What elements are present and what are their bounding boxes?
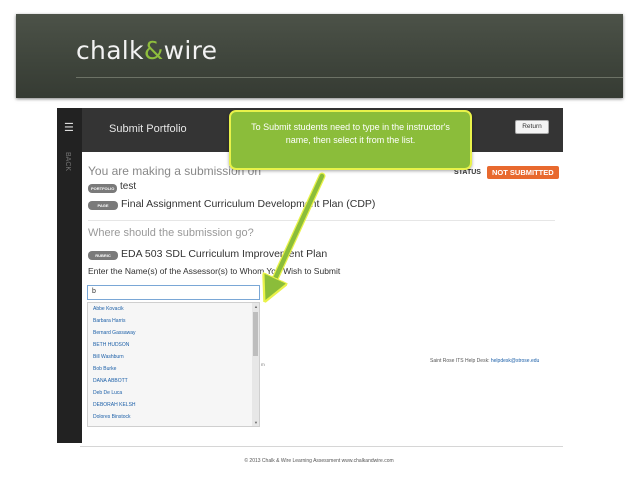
suggestion-item[interactable]: BETH HUDSON xyxy=(88,339,259,351)
scroll-down-icon[interactable]: ▼ xyxy=(254,420,258,425)
footer-copyright: © 2013 Chalk & Wire Learning Assessment … xyxy=(244,458,394,464)
status-badge: NOT SUBMITTED xyxy=(487,166,559,179)
page-value: Final Assignment Curriculum Development … xyxy=(121,198,376,210)
section-divider xyxy=(88,220,555,221)
hamburger-icon[interactable]: ☰ xyxy=(64,123,75,134)
sidebar-back-label[interactable]: BACK xyxy=(64,152,71,171)
chalk-wire-banner: chalk&wire xyxy=(16,14,623,98)
scroll-up-icon[interactable]: ▲ xyxy=(254,304,258,309)
assessor-label: Enter the Name(s) of the Assessor(s) to … xyxy=(88,266,341,276)
suggestion-item[interactable]: DANA ABBOTT xyxy=(88,375,259,387)
suggestion-item[interactable]: Barbara Harris xyxy=(88,315,259,327)
suggestion-item[interactable]: Abbe Kovacik xyxy=(88,303,259,315)
assessor-suggestions-list[interactable]: Abbe Kovacik Barbara Harris Bernard Gass… xyxy=(87,302,260,427)
page-title: Submit Portfolio xyxy=(109,123,187,135)
where-heading: Where should the submission go? xyxy=(88,227,254,239)
chalk-wire-logo: chalk&wire xyxy=(76,36,218,65)
help-desk-info: Saint Rose ITS Help Desk: helpdesk@stros… xyxy=(430,358,539,364)
suggestion-item[interactable]: Bill Washburn xyxy=(88,351,259,363)
suggestion-item[interactable]: Bob Burke xyxy=(88,363,259,375)
suggestion-item[interactable]: Dolores Binstock xyxy=(88,411,259,423)
hidden-text-fragment: m xyxy=(261,362,265,367)
suggestion-item[interactable]: Deb De Luca xyxy=(88,387,259,399)
rubric-tag: RUBRIC xyxy=(88,251,118,260)
status-label: STATUS xyxy=(454,169,481,176)
portfolio-tag: PORTFOLIO xyxy=(88,184,118,193)
help-desk-email-link[interactable]: helpdesk@strose.edu xyxy=(491,358,539,364)
assessor-search-input[interactable]: b xyxy=(87,285,260,300)
footer-divider xyxy=(80,446,563,447)
suggestion-item[interactable]: DEBORAH KELSH xyxy=(88,399,259,411)
left-sidebar: ☰ BACK xyxy=(57,108,82,443)
banner-divider xyxy=(76,77,623,78)
scrollbar-thumb[interactable] xyxy=(253,312,258,356)
page-tag: PAGE xyxy=(88,201,118,210)
rubric-value: EDA 503 SDL Curriculum Improvement Plan xyxy=(121,248,328,260)
portfolio-value: test xyxy=(120,181,137,192)
submission-form: You are making a submission on STATUS NO… xyxy=(82,152,563,443)
help-desk-label: Saint Rose ITS Help Desk: xyxy=(430,358,491,364)
suggestion-item[interactable]: Bernard Gassaway xyxy=(88,327,259,339)
instruction-callout: To Submit students need to type in the i… xyxy=(229,110,472,170)
return-button[interactable]: Return xyxy=(515,120,549,134)
